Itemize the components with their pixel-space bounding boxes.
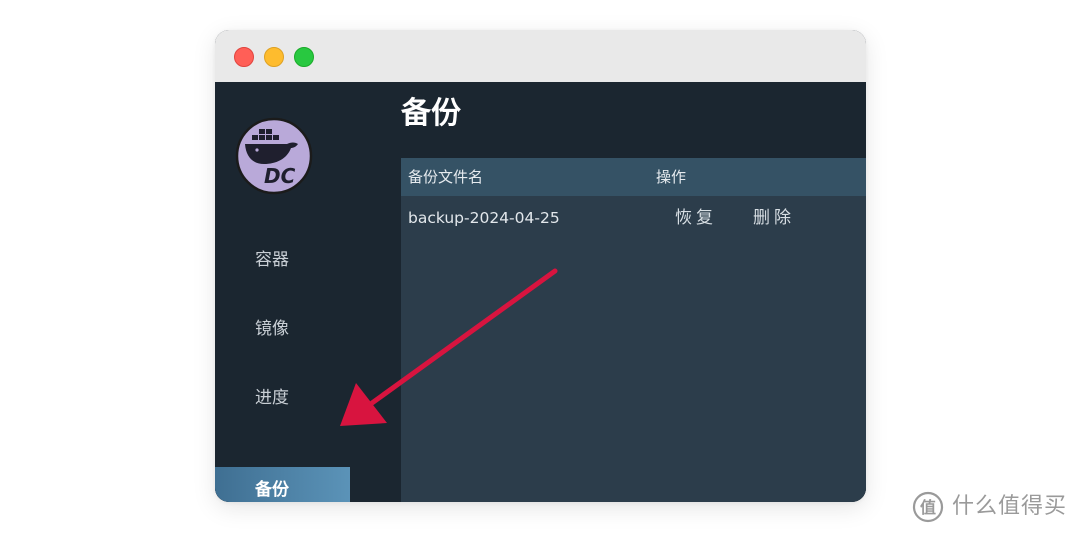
maximize-window-button[interactable] xyxy=(294,47,314,67)
table-row: backup-2024-04-25 恢复 删除 xyxy=(401,198,866,238)
sidebar: DC 容器 镜像 进度 备份 xyxy=(215,82,401,502)
close-window-button[interactable] xyxy=(234,47,254,67)
smzdm-logo-icon: 值 xyxy=(912,491,944,523)
sidebar-item-label: 镜像 xyxy=(255,319,289,339)
restore-button[interactable]: 恢复 xyxy=(675,198,717,238)
page-title: 备份 xyxy=(401,96,461,131)
app-window: DC 容器 镜像 进度 备份 备份 备份文件名 操作 backup-2024-0… xyxy=(215,30,866,502)
sidebar-item-containers[interactable]: 容器 xyxy=(215,237,350,283)
backup-table: 备份文件名 操作 backup-2024-04-25 恢复 删除 xyxy=(401,158,866,502)
docker-whale-logo: DC xyxy=(235,117,313,195)
sidebar-item-label: 容器 xyxy=(255,250,289,270)
backup-filename: backup-2024-04-25 xyxy=(408,209,560,227)
watermark-text: 什么值得买 xyxy=(952,494,1068,519)
sidebar-item-progress[interactable]: 进度 xyxy=(215,375,350,421)
sidebar-item-label: 备份 xyxy=(255,480,289,500)
column-header-filename: 备份文件名 xyxy=(408,168,484,186)
logo-text: DC xyxy=(264,164,296,188)
sidebar-item-backup[interactable]: 备份 xyxy=(215,467,350,502)
delete-button[interactable]: 删除 xyxy=(753,198,795,238)
minimize-window-button[interactable] xyxy=(264,47,284,67)
column-header-actions: 操作 xyxy=(656,168,687,186)
table-header: 备份文件名 操作 xyxy=(401,158,866,196)
sidebar-item-label: 进度 xyxy=(255,388,289,408)
title-bar xyxy=(215,30,866,82)
svg-text:值: 值 xyxy=(920,498,936,517)
main-content: 备份 备份文件名 操作 backup-2024-04-25 恢复 删除 xyxy=(401,82,866,502)
sidebar-item-images[interactable]: 镜像 xyxy=(215,306,350,352)
